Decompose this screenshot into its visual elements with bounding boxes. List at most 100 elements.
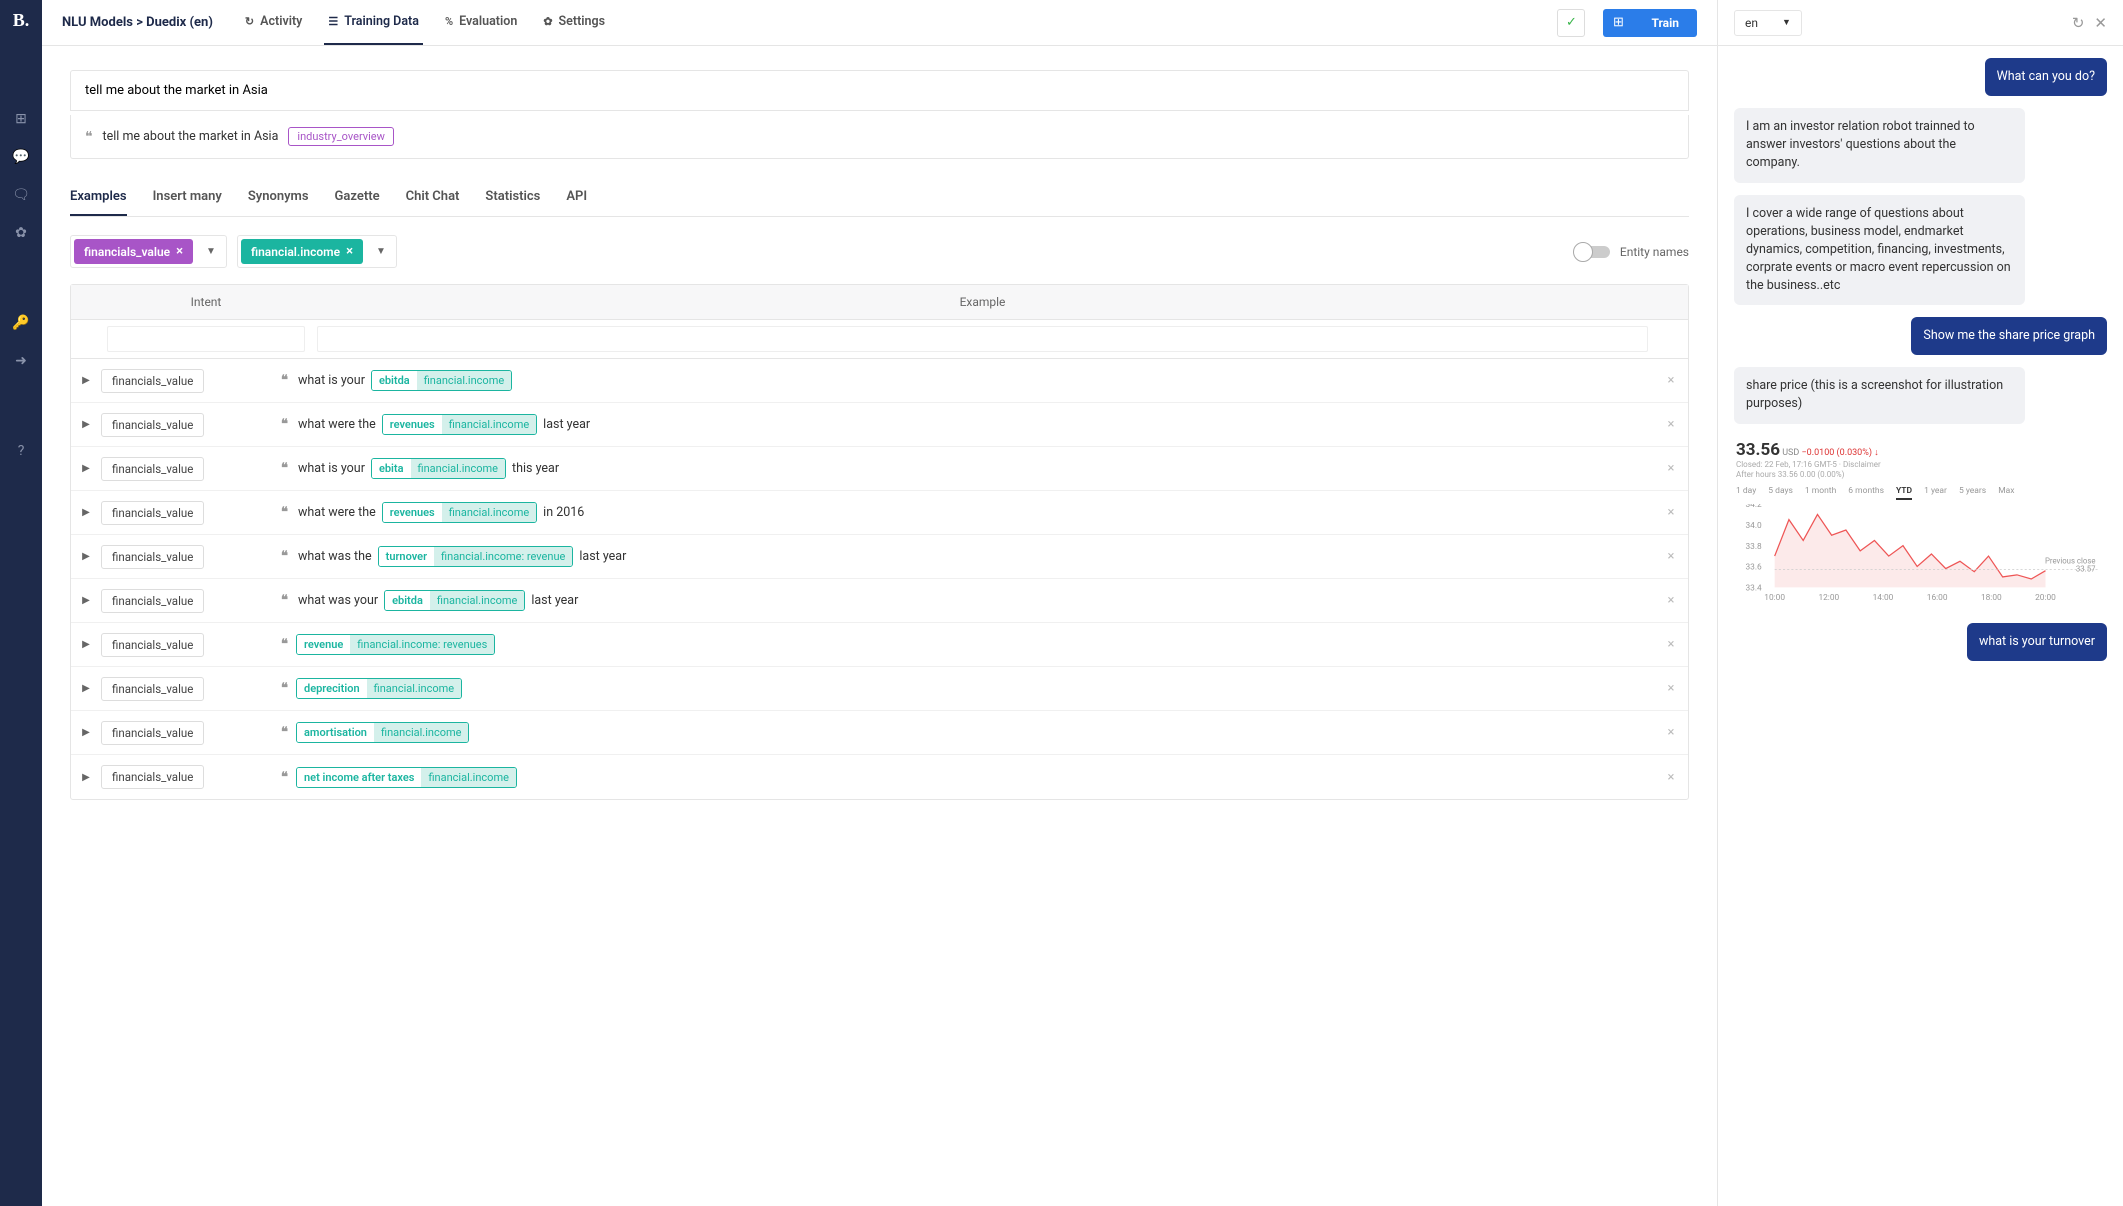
example-cell[interactable]: ❝revenuefinancial.income: revenues [281, 634, 1654, 655]
period-tab[interactable]: Max [1998, 486, 2014, 500]
expand-row-icon[interactable]: ▶ [71, 375, 101, 386]
period-tab[interactable]: 1 day [1736, 486, 1756, 500]
expand-row-icon[interactable]: ▶ [71, 551, 101, 562]
help-icon[interactable]: ? [18, 443, 25, 459]
logout-icon[interactable]: ➜ [15, 353, 27, 369]
example-filter-input[interactable] [317, 326, 1648, 352]
delete-row-icon[interactable]: × [1654, 549, 1688, 564]
delete-row-icon[interactable]: × [1654, 505, 1688, 520]
delete-row-icon[interactable]: × [1654, 373, 1688, 388]
intent-pill[interactable]: financials_value [101, 457, 204, 481]
subtab-api[interactable]: API [566, 179, 587, 216]
chats-icon[interactable]: 🗨 [12, 187, 30, 203]
intent-pill[interactable]: financials_value [101, 545, 204, 569]
example-cell[interactable]: ❝what were the revenuesfinancial.income … [281, 414, 1654, 435]
example-cell[interactable]: ❝what were the revenuesfinancial.income … [281, 502, 1654, 523]
entity-tag[interactable]: net income after taxesfinancial.income [296, 767, 517, 788]
period-tab[interactable]: 1 month [1805, 486, 1836, 500]
svg-text:14:00: 14:00 [1873, 593, 1894, 603]
expand-row-icon[interactable]: ▶ [71, 463, 101, 474]
period-tab[interactable]: 6 months [1848, 486, 1884, 500]
example-cell[interactable]: ❝net income after taxesfinancial.income [281, 767, 1654, 788]
entity-tag[interactable]: amortisationfinancial.income [296, 722, 469, 743]
chat-panel: en ▼ ↻ ✕ What can you do?I am an investo… [1718, 0, 2123, 1206]
intent-pill[interactable]: financials_value [101, 501, 204, 525]
train-button[interactable]: ⊞ Train [1603, 9, 1697, 37]
entity-tag[interactable]: revenuesfinancial.income [382, 502, 537, 523]
expand-row-icon[interactable]: ▶ [71, 639, 101, 650]
entity-tag[interactable]: turnoverfinancial.income: revenue [378, 546, 574, 567]
entity-tag[interactable]: ebitdafinancial.income [371, 370, 512, 391]
expand-row-icon[interactable]: ▶ [71, 683, 101, 694]
delete-row-icon[interactable]: × [1654, 417, 1688, 432]
intent-pill[interactable]: financials_value [101, 369, 204, 393]
delete-row-icon[interactable]: × [1654, 725, 1688, 740]
header-tab-activity[interactable]: ↻Activity [241, 0, 306, 45]
preview-intent-tag[interactable]: industry_overview [288, 127, 394, 146]
expand-row-icon[interactable]: ▶ [71, 772, 101, 783]
period-tab[interactable]: 5 years [1959, 486, 1986, 500]
remove-filter-icon[interactable]: × [346, 244, 353, 259]
delete-row-icon[interactable]: × [1654, 637, 1688, 652]
intent-pill[interactable]: financials_value [101, 589, 204, 613]
period-tab[interactable]: 5 days [1768, 486, 1793, 500]
delete-row-icon[interactable]: × [1654, 593, 1688, 608]
delete-row-icon[interactable]: × [1654, 461, 1688, 476]
header-tab-training-data[interactable]: ☰Training Data [324, 0, 423, 45]
chevron-down-icon[interactable]: ▼ [196, 246, 226, 257]
utterance-input[interactable] [70, 70, 1689, 111]
entity-tag[interactable]: ebitafinancial.income [371, 458, 506, 479]
example-cell[interactable]: ❝what was your ebitdafinancial.income la… [281, 590, 1654, 611]
expand-row-icon[interactable]: ▶ [71, 419, 101, 430]
intent-pill[interactable]: financials_value [101, 721, 204, 745]
intent-filter-input[interactable] [107, 326, 305, 352]
svg-text:33.4: 33.4 [1746, 584, 1763, 594]
delete-row-icon[interactable]: × [1654, 770, 1688, 785]
example-cell[interactable]: ❝what is your ebitafinancial.income this… [281, 458, 1654, 479]
example-cell[interactable]: ❝what was the turnoverfinancial.income: … [281, 546, 1654, 567]
intent-pill[interactable]: financials_value [101, 765, 204, 789]
filter-financial-income[interactable]: financial.income ×▼ [237, 235, 397, 268]
subtab-synonyms[interactable]: Synonyms [248, 179, 309, 216]
remove-filter-icon[interactable]: × [176, 244, 183, 259]
table-row: ▶financials_value ❝what was your ebitdafi… [71, 579, 1688, 623]
subtab-chit-chat[interactable]: Chit Chat [406, 179, 460, 216]
example-cell[interactable]: ❝deprecitionfinancial.income [281, 678, 1654, 699]
subtab-examples[interactable]: Examples [70, 179, 127, 216]
key-icon[interactable]: 🔑 [12, 315, 29, 331]
header-tab-settings[interactable]: ✿Settings [539, 0, 609, 45]
svg-text:20:00: 20:00 [2035, 593, 2056, 603]
example-cell[interactable]: ❝what is your ebitdafinancial.income [281, 370, 1654, 391]
entity-names-toggle[interactable] [1576, 246, 1610, 258]
entity-tag[interactable]: revenuefinancial.income: revenues [296, 634, 495, 655]
intent-pill[interactable]: financials_value [101, 677, 204, 701]
quote-icon: ❝ [281, 505, 288, 520]
stock-price: 33.56 [1736, 440, 1780, 460]
validate-button[interactable]: ✓ [1557, 9, 1585, 37]
period-tab[interactable]: YTD [1896, 486, 1912, 500]
filter-financials-value[interactable]: financials_value ×▼ [70, 235, 227, 268]
period-tab[interactable]: 1 year [1924, 486, 1947, 500]
subtab-insert-many[interactable]: Insert many [153, 179, 222, 216]
chevron-down-icon[interactable]: ▼ [366, 246, 396, 257]
intent-pill[interactable]: financials_value [101, 413, 204, 437]
gear-icon[interactable]: ✿ [15, 225, 27, 241]
subtab-statistics[interactable]: Statistics [485, 179, 540, 216]
expand-row-icon[interactable]: ▶ [71, 727, 101, 738]
refresh-icon[interactable]: ↻ [2072, 14, 2085, 32]
grid-icon[interactable]: ⊞ [15, 111, 27, 127]
language-select[interactable]: en ▼ [1734, 10, 1802, 36]
chat-icon[interactable]: 💬 [12, 149, 29, 165]
example-cell[interactable]: ❝amortisationfinancial.income [281, 722, 1654, 743]
entity-tag[interactable]: ebitdafinancial.income [384, 590, 525, 611]
close-icon[interactable]: ✕ [2094, 14, 2107, 32]
entity-tag[interactable]: revenuesfinancial.income [382, 414, 537, 435]
intent-pill[interactable]: financials_value [101, 633, 204, 657]
entity-tag[interactable]: deprecitionfinancial.income [296, 678, 462, 699]
subtab-gazette[interactable]: Gazette [335, 179, 380, 216]
expand-row-icon[interactable]: ▶ [71, 507, 101, 518]
expand-row-icon[interactable]: ▶ [71, 595, 101, 606]
delete-row-icon[interactable]: × [1654, 681, 1688, 696]
header: NLU Models > Duedix (en) ↻Activity☰Train… [42, 0, 1717, 46]
header-tab-evaluation[interactable]: %Evaluation [441, 0, 521, 45]
